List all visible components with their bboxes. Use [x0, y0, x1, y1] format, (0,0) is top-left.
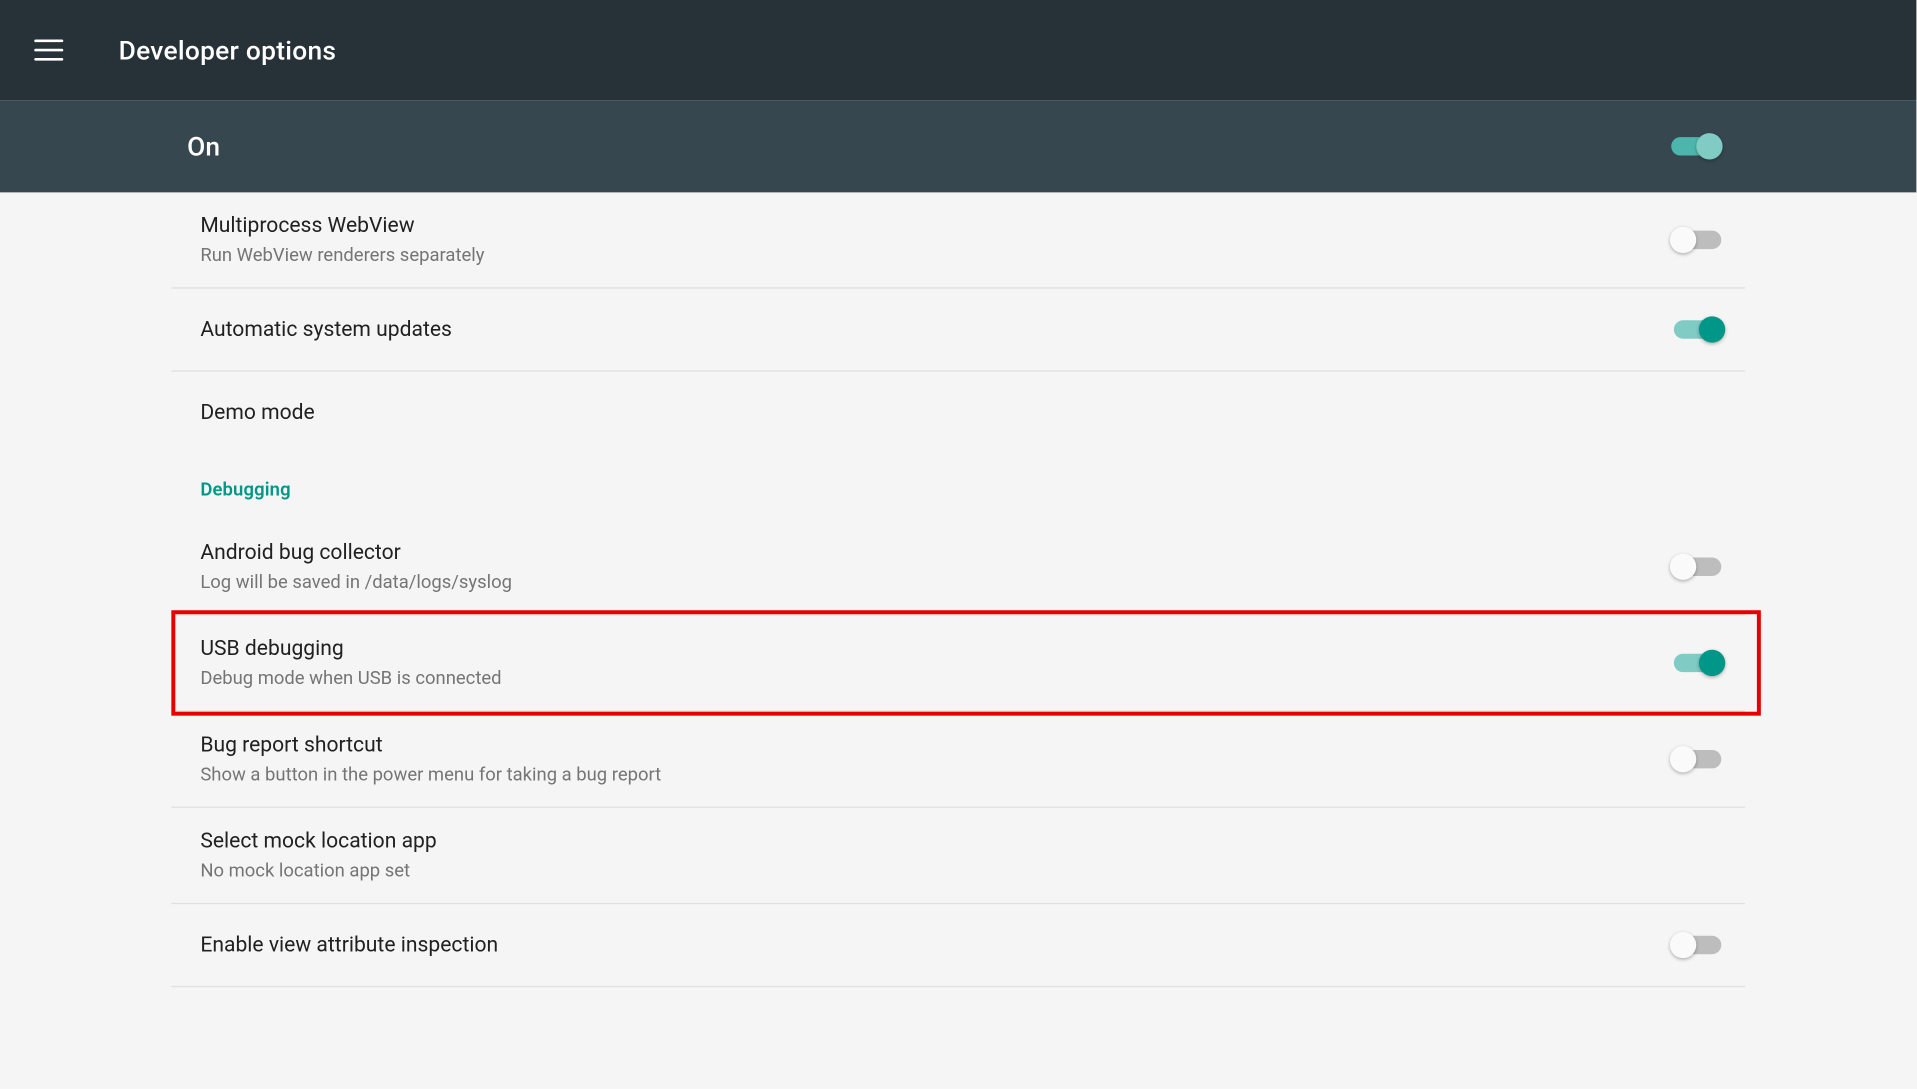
- toggle-switch[interactable]: [1674, 654, 1721, 672]
- setting-subtitle: Debug mode when USB is connected: [200, 666, 501, 692]
- setting-title: Demo mode: [200, 398, 314, 427]
- setting-android-bug-collector[interactable]: Android bug collector Log will be saved …: [0, 519, 1916, 614]
- settings-list: Multiprocess WebView Run WebView rendere…: [0, 192, 1916, 1088]
- setting-title: Enable view attribute inspection: [200, 931, 498, 960]
- setting-title: Automatic system updates: [200, 315, 452, 344]
- setting-title: Android bug collector: [200, 538, 512, 567]
- page-title: Developer options: [119, 34, 337, 66]
- section-header-debugging: Debugging: [0, 453, 1916, 519]
- toggle-switch[interactable]: [1674, 320, 1721, 338]
- toggle-switch[interactable]: [1674, 750, 1721, 768]
- setting-title: Bug report shortcut: [200, 730, 661, 759]
- setting-multiprocess-webview[interactable]: Multiprocess WebView Run WebView rendere…: [0, 192, 1916, 287]
- toggle-switch[interactable]: [1674, 936, 1721, 954]
- setting-subtitle: No mock location app set: [200, 858, 436, 884]
- master-toggle-label: On: [187, 130, 220, 162]
- master-toggle-switch[interactable]: [1671, 137, 1718, 155]
- setting-enable-view-attribute-inspection[interactable]: Enable view attribute inspection: [0, 904, 1916, 986]
- setting-title: Multiprocess WebView: [200, 211, 484, 240]
- setting-title: Select mock location app: [200, 826, 436, 855]
- setting-usb-debugging[interactable]: USB debugging Debug mode when USB is con…: [0, 616, 1916, 711]
- toggle-switch[interactable]: [1674, 231, 1721, 249]
- setting-subtitle: Run WebView renderers separately: [200, 243, 484, 269]
- setting-subtitle: Log will be saved in /data/logs/syslog: [200, 569, 512, 595]
- setting-auto-system-updates[interactable]: Automatic system updates: [0, 289, 1916, 371]
- setting-select-mock-location[interactable]: Select mock location app No mock locatio…: [0, 808, 1916, 903]
- setting-title: USB debugging: [200, 634, 501, 663]
- divider: [171, 986, 1745, 987]
- master-toggle-row[interactable]: On: [0, 100, 1916, 192]
- setting-bug-report-shortcut[interactable]: Bug report shortcut Show a button in the…: [0, 712, 1916, 807]
- toggle-switch[interactable]: [1674, 558, 1721, 576]
- setting-demo-mode[interactable]: Demo mode: [0, 372, 1916, 454]
- hamburger-menu-icon[interactable]: [34, 40, 63, 61]
- app-header: Developer options: [0, 0, 1916, 100]
- setting-subtitle: Show a button in the power menu for taki…: [200, 762, 661, 788]
